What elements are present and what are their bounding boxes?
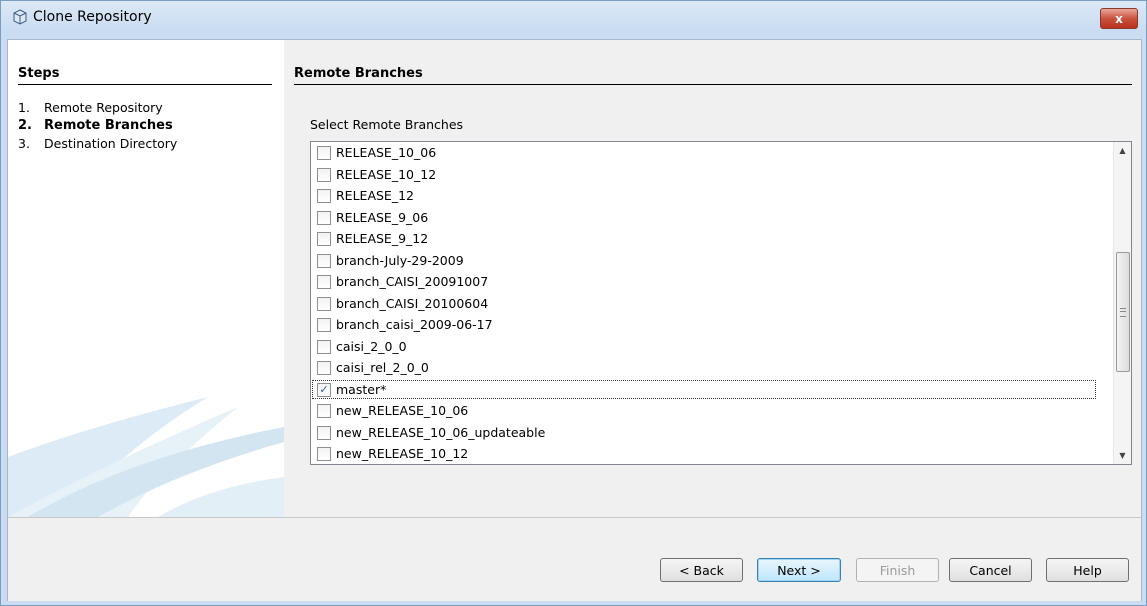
branch-checkbox[interactable] — [317, 339, 331, 354]
branch-checkbox[interactable] — [317, 167, 331, 182]
step-number: 3. — [18, 136, 30, 151]
help-button[interactable]: Help — [1046, 558, 1129, 582]
steps-header: Steps — [18, 66, 272, 85]
grip-icon — [1120, 308, 1126, 317]
branch-items: RELEASE_10_06 RELEASE_10_12 RELEASE_12 RELE… — [311, 142, 1097, 464]
step-label: Destination Directory — [44, 136, 178, 151]
branch-name: caisi_2_0_0 — [336, 338, 407, 354]
branch-name: RELEASE_9_12 — [336, 231, 429, 246]
branch-name: master* — [336, 381, 387, 397]
step-number: 2. — [18, 118, 32, 133]
title-bar[interactable]: Clone Repository x — [1, 1, 1146, 35]
branch-name: RELEASE_12 — [336, 188, 414, 203]
branch-checkbox[interactable]: ✓ — [317, 382, 331, 397]
branch-name: branch-July-29-2009 — [336, 252, 464, 268]
branch-checkbox[interactable] — [317, 189, 331, 203]
branch-checkbox[interactable] — [317, 146, 331, 160]
branch-list-item[interactable]: caisi_2_0_0 — [311, 336, 1097, 358]
branch-checkbox[interactable] — [317, 210, 331, 225]
window-title: Clone Repository — [33, 9, 152, 25]
finish-button[interactable]: Finish — [856, 558, 939, 582]
branch-list-item[interactable]: new_RELEASE_10_12 — [311, 443, 1097, 464]
step-label: Remote Repository — [44, 100, 163, 115]
select-branches-label: Select Remote Branches — [310, 117, 464, 132]
branch-list-item[interactable]: branch-July-29-2009 — [311, 250, 1097, 272]
button-bar: < Back Next > Finish Cancel Help — [8, 517, 1141, 601]
branch-name: RELEASE_10_12 — [336, 166, 437, 182]
step-label: Remote Branches — [44, 118, 173, 133]
branch-checkbox[interactable] — [317, 296, 331, 311]
branch-name: new_RELEASE_10_06 — [336, 403, 469, 418]
branch-checkbox[interactable] — [317, 404, 331, 418]
step-item-remote-branches: 2. Remote Branches — [18, 117, 278, 135]
branch-list-item[interactable]: new_RELEASE_10_06_updateable — [311, 422, 1097, 444]
branch-list-item[interactable]: RELEASE_10_06 — [311, 142, 1097, 164]
branch-name: new_RELEASE_10_06_updateable — [336, 424, 546, 440]
scroll-up-icon[interactable]: ▲ — [1114, 142, 1131, 159]
steps-list: 1. Remote Repository 2. Remote Branches 3.… — [18, 99, 278, 153]
step-item-remote-repository: 1. Remote Repository — [18, 99, 278, 117]
branch-name: branch_CAISI_20100604 — [336, 295, 489, 311]
branch-list-item[interactable]: branch_caisi_2009-06-17 — [311, 314, 1097, 336]
branch-name: branch_CAISI_20091007 — [336, 274, 489, 289]
branch-list-item[interactable]: RELEASE_9_06 — [311, 207, 1097, 229]
page-title: Remote Branches — [294, 66, 1132, 85]
branch-checkbox[interactable] — [317, 425, 331, 440]
branch-checkbox[interactable] — [317, 447, 331, 461]
branch-name: branch_caisi_2009-06-17 — [336, 317, 493, 332]
branch-list-item[interactable]: new_RELEASE_10_06 — [311, 400, 1097, 422]
scrollbar-thumb[interactable] — [1116, 252, 1130, 372]
branch-name: caisi_rel_2_0_0 — [336, 360, 429, 375]
branch-list-item[interactable]: RELEASE_9_12 — [311, 228, 1097, 250]
close-icon: x — [1115, 11, 1123, 26]
clone-repository-dialog: Clone Repository x Steps 1. Remote Reposi… — [0, 0, 1147, 606]
main-panel: Remote Branches Select Remote Branches R… — [284, 40, 1141, 517]
branch-list-item[interactable]: branch_CAISI_20091007 — [311, 271, 1097, 293]
branch-list-item[interactable]: caisi_rel_2_0_0 — [311, 357, 1097, 379]
branch-checkbox[interactable] — [317, 318, 331, 332]
branch-list[interactable]: RELEASE_10_06 RELEASE_10_12 RELEASE_12 RELE… — [310, 141, 1132, 465]
wizard-swoosh-graphic — [8, 397, 284, 517]
branch-list-item[interactable]: ✓ master* — [311, 379, 1097, 401]
vertical-scrollbar[interactable]: ▲ ▼ — [1113, 142, 1131, 464]
app-icon — [13, 9, 27, 25]
scroll-down-icon[interactable]: ▼ — [1114, 447, 1131, 464]
step-item-destination-directory: 3. Destination Directory — [18, 135, 278, 153]
branch-list-item[interactable]: RELEASE_10_12 — [311, 164, 1097, 186]
branch-name: new_RELEASE_10_12 — [336, 446, 469, 461]
branch-checkbox[interactable] — [317, 361, 331, 375]
cancel-button[interactable]: Cancel — [949, 558, 1032, 582]
next-button[interactable]: Next > — [757, 558, 841, 582]
back-button[interactable]: < Back — [660, 558, 743, 582]
branch-checkbox[interactable] — [317, 275, 331, 289]
step-number: 1. — [18, 100, 30, 115]
dialog-body: Steps 1. Remote Repository 2. Remote Branc… — [7, 39, 1142, 601]
steps-panel: Steps 1. Remote Repository 2. Remote Branc… — [8, 40, 284, 517]
close-button[interactable]: x — [1100, 8, 1138, 29]
branch-name: RELEASE_10_06 — [336, 145, 437, 160]
branch-checkbox[interactable] — [317, 232, 331, 246]
branch-checkbox[interactable] — [317, 253, 331, 268]
branch-list-item[interactable]: branch_CAISI_20100604 — [311, 293, 1097, 315]
branch-list-item[interactable]: RELEASE_12 — [311, 185, 1097, 207]
branch-name: RELEASE_9_06 — [336, 209, 429, 225]
